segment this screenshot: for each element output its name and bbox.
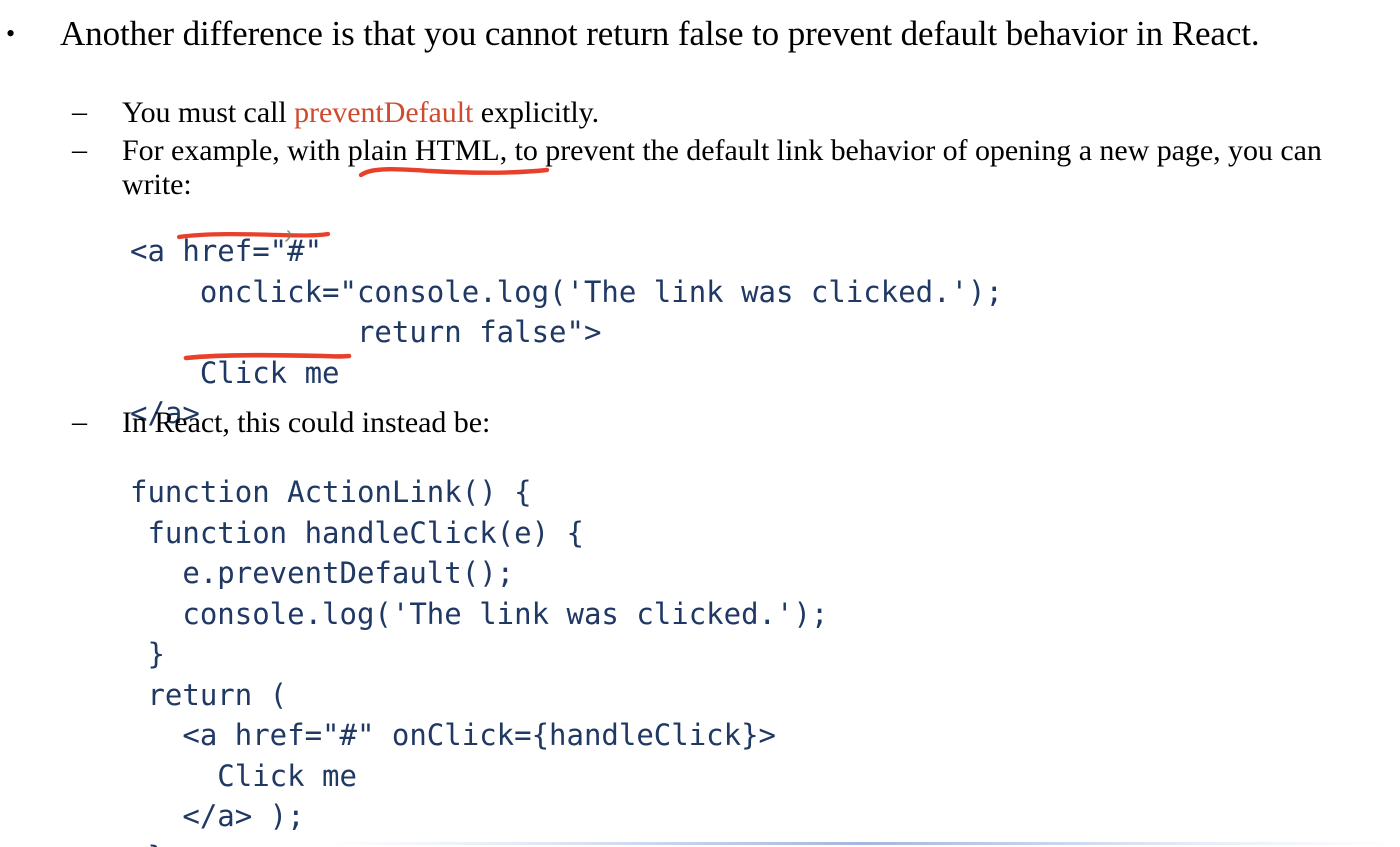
bullet-sub3-text: In React, this could instead be: [122, 406, 491, 439]
bullet-dot-icon: • [6, 19, 16, 48]
dash-marker-icon: – [72, 405, 87, 438]
bullet-sub-example: – For example, with plain HTML, to preve… [0, 133, 1400, 202]
sub1-text-after: explicitly. [473, 96, 600, 129]
dash-marker-icon: – [72, 133, 87, 166]
code-block-html: <a href="#" onclick="console.log('The li… [130, 234, 1003, 430]
code-block-react: function ActionLink() { function handleC… [130, 475, 829, 847]
bullet-sub-react: – In React, this could instead be: [0, 405, 1400, 440]
bullet-sub2-text: For example, with plain HTML, to prevent… [122, 134, 1322, 201]
dash-marker-icon: – [72, 95, 87, 128]
bullet-main-text: Another difference is that you cannot re… [60, 14, 1260, 53]
bullet-sub-preventdefault: – You must call preventDefault explicitl… [0, 95, 1400, 130]
bullet-main: • Another difference is that you cannot … [0, 14, 1400, 53]
sub1-text-before: You must call [122, 96, 295, 129]
accent-preventdefault: preventDefault [294, 96, 474, 129]
bullet-sub1-text: You must call preventDefault explicitly. [122, 96, 1362, 130]
footer-divider [325, 842, 1400, 845]
slide-canvas: • Another difference is that you cannot … [0, 0, 1400, 847]
